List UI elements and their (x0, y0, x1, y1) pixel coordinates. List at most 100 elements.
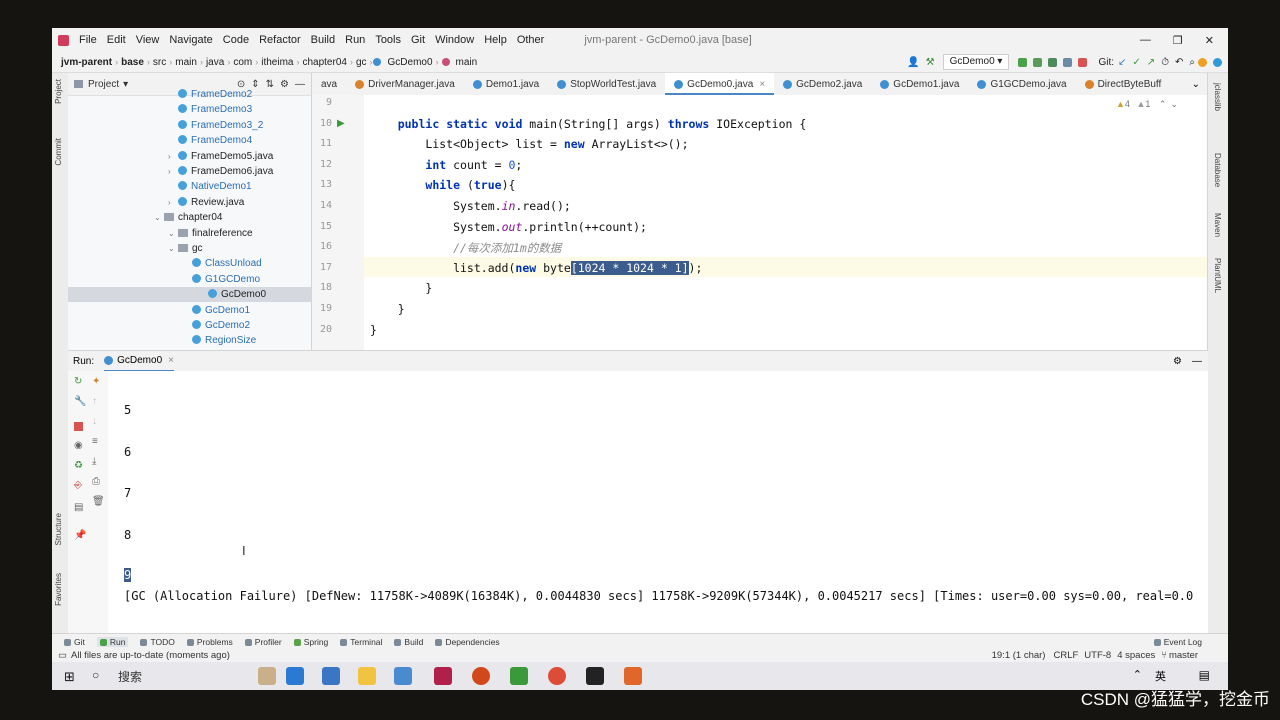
powerpoint-icon[interactable] (472, 667, 490, 685)
print-icon[interactable]: ⎙ (92, 477, 102, 487)
notification-icon[interactable]: ▤ (1199, 668, 1210, 682)
debug-icon[interactable] (1033, 57, 1043, 67)
collapse-inspections-icon[interactable]: ⌃ (1159, 99, 1167, 109)
tree-item-review-java[interactable]: › Review.java (168, 195, 244, 210)
menu-build[interactable]: Build (311, 34, 335, 46)
menu-refactor[interactable]: Refactor (259, 34, 301, 46)
rerun-icon[interactable] (1018, 57, 1028, 67)
project-dropdown-icon[interactable]: ▾ (123, 79, 128, 90)
taskbar-search[interactable]: 搜索 (118, 668, 142, 685)
project-toolwindow-label[interactable]: Project (54, 79, 63, 104)
menu-tools[interactable]: Tools (375, 34, 401, 46)
windows-start-icon[interactable]: ⊞ (64, 669, 75, 685)
hammer-icon[interactable]: ⚒ (926, 57, 935, 68)
breadcrumb-class[interactable]: GcDemo0 (385, 57, 436, 68)
chrome-icon[interactable] (548, 667, 566, 685)
tree-item-framedemo3-2[interactable]: FrameDemo3_2 (168, 118, 263, 133)
tabs-overflow-icon[interactable]: ⌄ (1192, 79, 1200, 90)
git-branch[interactable]: master (1169, 650, 1198, 661)
menu-file[interactable]: File (79, 34, 97, 46)
scroll-down-icon[interactable]: ↓ (92, 417, 102, 427)
tray-chevron-icon[interactable]: ⌃ (1133, 668, 1142, 681)
tree-item-framedemo6-java[interactable]: › FrameDemo6.java (168, 164, 273, 179)
expand-arrow-icon[interactable]: ⌄ (154, 210, 164, 225)
store-icon[interactable] (286, 667, 304, 685)
tab-g1gcdemo[interactable]: G1GCDemo.java (968, 73, 1075, 95)
user-icon[interactable]: 👤 (907, 57, 919, 68)
run-settings-icon[interactable]: ⚙ (1173, 356, 1182, 367)
folder-icon[interactable] (358, 667, 376, 685)
bottom-tab-problems[interactable]: Problems (186, 637, 233, 647)
database-toolwindow-label[interactable]: Database (1213, 153, 1222, 187)
rerun-failed-icon[interactable]: ✦ (92, 377, 102, 387)
menu-run[interactable]: Run (345, 34, 365, 46)
tree-item-framedemo3[interactable]: FrameDemo3 (168, 102, 252, 117)
code-editor[interactable]: 9 10 11 12 13 14 15 16 17 18 19 20 ▶ public static v… (312, 95, 1208, 350)
expand-arrow-icon[interactable]: › (168, 149, 178, 164)
menu-other[interactable]: Other (517, 34, 545, 46)
plugin-icon[interactable] (1213, 57, 1222, 67)
bottom-tab-git[interactable]: Git (64, 637, 85, 647)
tree-item-framedemo2[interactable]: FrameDemo2 (168, 87, 252, 102)
menu-view[interactable]: View (136, 34, 160, 46)
bottom-tab-terminal[interactable]: Terminal (340, 637, 382, 647)
coverage-icon[interactable] (1048, 57, 1058, 67)
dump-threads-icon[interactable]: ◉ (74, 441, 84, 451)
tab-stop-world-test[interactable]: StopWorldTest.java (548, 73, 665, 95)
menu-edit[interactable]: Edit (107, 34, 126, 46)
widgets-icon[interactable] (258, 667, 276, 685)
restore-layout-icon[interactable]: ♻ (74, 461, 84, 471)
expand-inspections-icon[interactable]: ⌄ (1170, 99, 1178, 109)
pin-tab-icon[interactable]: 📌 (74, 531, 86, 541)
tab-demo1[interactable]: Demo1.java (464, 73, 548, 95)
file-encoding[interactable]: UTF-8 (1084, 650, 1111, 661)
expand-arrow-icon[interactable]: ⌄ (168, 241, 178, 256)
breadcrumb-method[interactable]: main (453, 57, 481, 68)
modify-run-config-icon[interactable]: 🔧 (74, 397, 86, 407)
run-console[interactable]: 5 6 7 8 9 [GC (Allocation Failure) [DefN… (108, 371, 1208, 633)
close-run-tab-icon[interactable]: × (168, 355, 174, 366)
tab-ava[interactable]: ava (312, 73, 346, 95)
breadcrumb-gc[interactable]: gc (353, 57, 370, 68)
hide-run-panel-icon[interactable]: — (1192, 356, 1202, 367)
expand-arrow-icon[interactable]: ⌄ (168, 226, 178, 241)
update-icon[interactable] (1198, 57, 1207, 67)
tree-item-gcdemo2[interactable]: GcDemo2 (182, 318, 250, 333)
tab-gcdemo2[interactable]: GcDemo2.java (774, 73, 871, 95)
search-icon[interactable]: ⌕ (1189, 57, 1195, 68)
tree-item-regionsize[interactable]: RegionSize (182, 333, 256, 348)
expand-arrow-icon[interactable]: › (168, 195, 178, 210)
bottom-tab-profiler[interactable]: Profiler (244, 637, 282, 647)
tree-item-nativedemo1[interactable]: NativeDemo1 (168, 179, 252, 194)
camtasia-icon[interactable] (510, 667, 528, 685)
collapse-all-icon[interactable]: ⇅ (266, 79, 274, 90)
menu-code[interactable]: Code (223, 34, 249, 46)
commit-toolwindow-label[interactable]: Commit (54, 138, 63, 166)
breadcrumb-chapter04[interactable]: chapter04 (299, 57, 349, 68)
breadcrumb-com[interactable]: com (230, 57, 255, 68)
expand-arrow-icon[interactable]: › (168, 164, 178, 179)
indent-setting[interactable]: 4 spaces (1117, 650, 1155, 661)
bottom-tab-dependencies[interactable]: Dependencies (435, 637, 500, 647)
tab-gcdemo0[interactable]: GcDemo0.java × (665, 73, 775, 95)
mail-icon[interactable] (394, 667, 412, 685)
scroll-to-end-icon[interactable]: ⤓ (92, 457, 102, 467)
jclasslib-toolwindow-label[interactable]: jclasslib (1213, 83, 1222, 111)
tree-item-classunload[interactable]: ClassUnload (182, 256, 262, 271)
bottom-tab-run[interactable]: Run (96, 637, 129, 647)
structure-toolwindow-label[interactable]: Structure (54, 513, 63, 545)
clear-console-icon[interactable]: 🗑 (92, 497, 105, 507)
tab-gcdemo1[interactable]: GcDemo1.java (871, 73, 968, 95)
soft-wrap-icon[interactable]: ≡ (92, 437, 102, 447)
tab-driver-manager[interactable]: DriverManager.java (346, 73, 464, 95)
hide-icon[interactable]: — (295, 79, 305, 90)
stop-icon[interactable] (1078, 57, 1088, 67)
caret-position[interactable]: 19:1 (1 char) (992, 650, 1046, 661)
search-icon[interactable]: ○ (92, 668, 99, 682)
favorites-toolwindow-label[interactable]: Favorites (54, 573, 63, 606)
menu-window[interactable]: Window (435, 34, 474, 46)
tree-item-finalreference[interactable]: ⌄ finalreference (168, 226, 253, 241)
bottom-tab-spring[interactable]: Spring (293, 637, 328, 647)
tree-item-framedemo4[interactable]: FrameDemo4 (168, 133, 252, 148)
menu-navigate[interactable]: Navigate (169, 34, 212, 46)
